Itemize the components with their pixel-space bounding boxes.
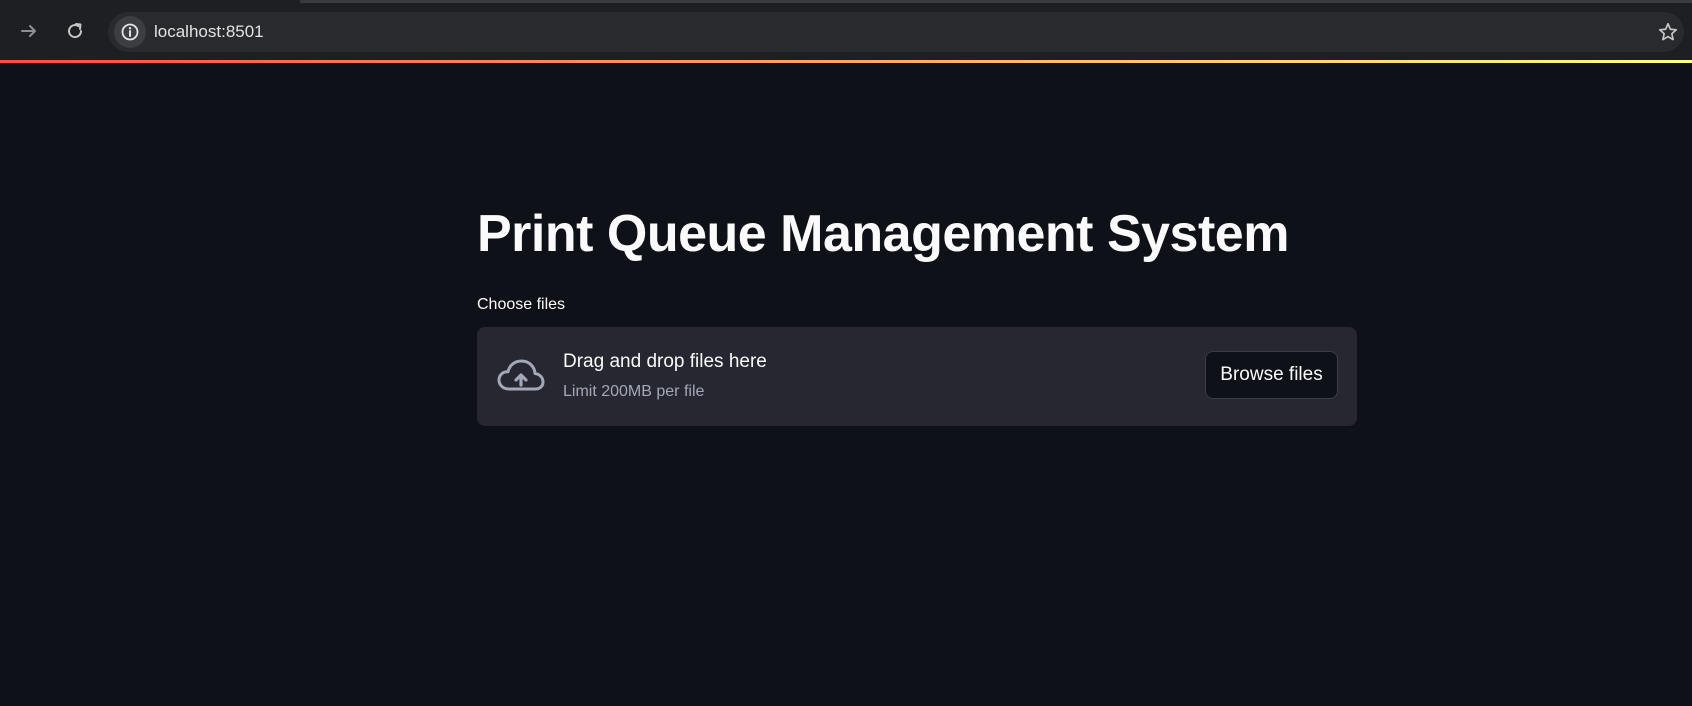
reload-icon <box>68 23 83 39</box>
arrow-right-icon <box>21 25 36 37</box>
app-main: Print Queue Management System Choose fil… <box>0 63 1692 706</box>
file-uploader-label: Choose files <box>477 296 566 313</box>
reload-button[interactable] <box>58 14 92 48</box>
file-dropzone[interactable]: Drag and drop files here Limit 200MB per… <box>477 327 1357 426</box>
page-title: Print Queue Management System <box>477 205 1289 263</box>
browser-toolbar: localhost:8501 <box>0 0 1692 60</box>
info-icon <box>121 23 139 41</box>
address-bar[interactable]: localhost:8501 <box>108 12 1684 52</box>
url-text[interactable]: localhost:8501 <box>154 12 264 52</box>
dropzone-instructions: Drag and drop files here <box>563 351 767 372</box>
dropzone-limit: Limit 200MB per file <box>563 383 705 400</box>
browse-files-button[interactable]: Browse files <box>1205 351 1338 399</box>
star-icon <box>1658 22 1678 41</box>
forward-button[interactable] <box>12 14 46 48</box>
tab-strip-edge <box>300 0 1692 3</box>
cloud-upload-icon <box>497 359 545 391</box>
site-info-button[interactable] <box>114 16 146 48</box>
bookmark-button[interactable] <box>1654 18 1682 46</box>
